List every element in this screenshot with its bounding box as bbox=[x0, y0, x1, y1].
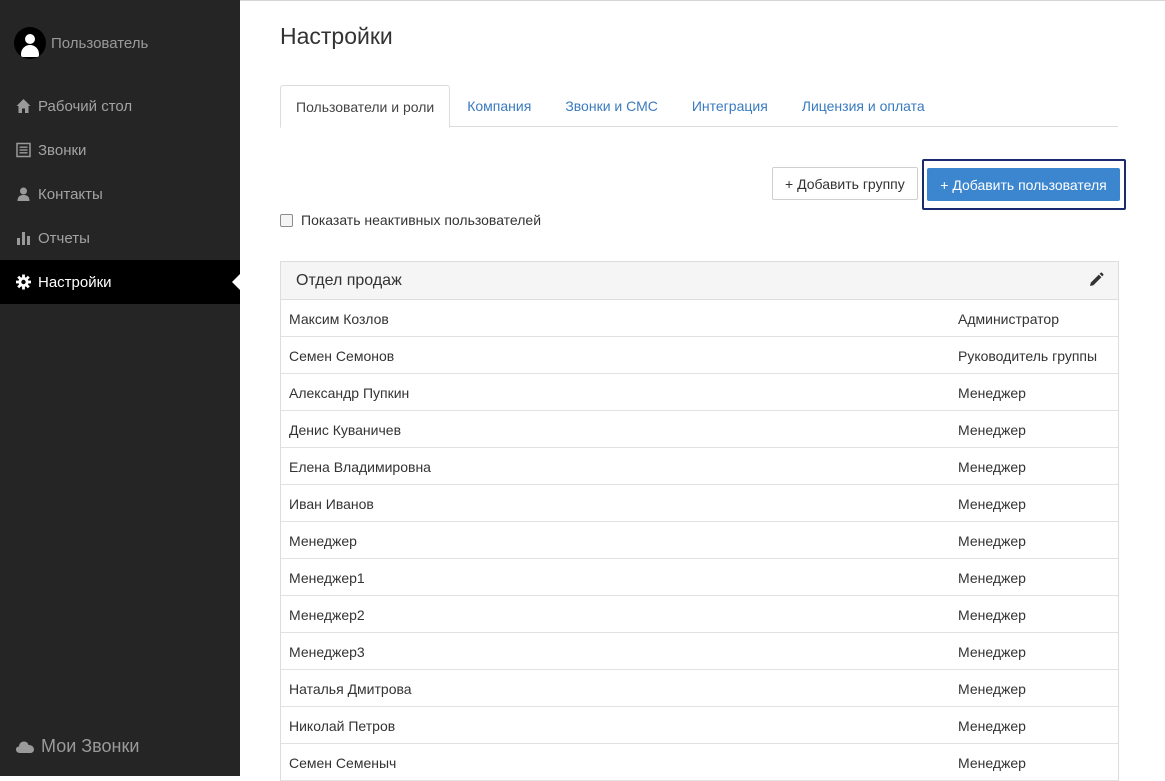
table-row[interactable]: Семен Семеныч Менеджер bbox=[281, 744, 1118, 781]
tab-company[interactable]: Компания bbox=[450, 85, 548, 127]
page-title: Настройки bbox=[280, 23, 393, 49]
user-name-cell: Елена Владимировна bbox=[289, 459, 431, 475]
table-row[interactable]: Александр Пупкин Менеджер bbox=[281, 374, 1118, 411]
table-row[interactable]: Менеджер1 Менеджер bbox=[281, 559, 1118, 596]
table-row[interactable]: Елена Владимировна Менеджер bbox=[281, 448, 1118, 485]
tab-license-payment[interactable]: Лицензия и оплата bbox=[785, 85, 942, 127]
list-icon bbox=[15, 142, 32, 158]
sidebar: Пользователь Рабочий стол Звонки Контакт… bbox=[0, 0, 240, 776]
sidebar-item-label: Отчеты bbox=[38, 229, 90, 247]
add-user-button-focus: + Добавить пользователя bbox=[922, 159, 1126, 210]
user-name-cell: Семен Семонов bbox=[289, 348, 395, 364]
sidebar-item-calls[interactable]: Звонки bbox=[0, 128, 240, 172]
user-role-cell: Менеджер bbox=[958, 533, 1026, 549]
sidebar-item-reports[interactable]: Отчеты bbox=[0, 216, 240, 260]
settings-tabs: Пользователи и роли Компания Звонки и СМ… bbox=[280, 85, 1118, 128]
user-name-cell: Менеджер bbox=[289, 533, 357, 549]
add-user-button[interactable]: + Добавить пользователя bbox=[927, 168, 1120, 201]
sidebar-nav: Рабочий стол Звонки Контакты Отчеты Наст… bbox=[0, 84, 240, 304]
user-role-cell: Менеджер bbox=[958, 385, 1026, 401]
add-group-button[interactable]: + Добавить группу bbox=[772, 167, 918, 200]
user-name-cell: Семен Семеныч bbox=[289, 755, 397, 771]
table-row[interactable]: Менеджер3 Менеджер bbox=[281, 633, 1118, 670]
sidebar-item-label: Звонки bbox=[38, 141, 87, 159]
user-name-cell: Наталья Дмитрова bbox=[289, 681, 412, 697]
user-role-cell: Менеджер bbox=[958, 496, 1026, 512]
sidebar-item-dashboard[interactable]: Рабочий стол bbox=[0, 84, 240, 128]
table-row[interactable]: Семен Семонов Руководитель группы bbox=[281, 337, 1118, 374]
user-role-cell: Менеджер bbox=[958, 681, 1026, 697]
cloud-icon bbox=[16, 741, 34, 753]
sidebar-item-label: Рабочий стол bbox=[38, 97, 133, 115]
user-role-cell: Менеджер bbox=[958, 644, 1026, 660]
user-name-cell: Менеджер2 bbox=[289, 607, 365, 623]
table-row[interactable]: Николай Петров Менеджер bbox=[281, 707, 1118, 744]
user-role-cell: Менеджер bbox=[958, 570, 1026, 586]
pencil-icon[interactable] bbox=[1088, 272, 1104, 288]
user-name-cell: Николай Петров bbox=[289, 718, 396, 734]
sidebar-item-label: Контакты bbox=[38, 185, 103, 203]
tab-calls-sms[interactable]: Звонки и СМС bbox=[548, 85, 675, 127]
user-name-cell: Александр Пупкин bbox=[289, 385, 410, 401]
table-row[interactable]: Менеджер Менеджер bbox=[281, 522, 1118, 559]
bar-chart-icon bbox=[15, 230, 32, 246]
show-inactive-toggle: Показать неактивных пользователей bbox=[280, 212, 541, 228]
user-name-cell: Максим Козлов bbox=[289, 311, 389, 327]
home-icon bbox=[15, 98, 32, 114]
table-row[interactable]: Максим Козлов Администратор bbox=[281, 300, 1118, 337]
user-role-cell: Руководитель группы bbox=[958, 348, 1098, 364]
user-role-cell: Администратор bbox=[958, 311, 1060, 327]
table-row[interactable]: Денис Куваничев Менеджер bbox=[281, 411, 1118, 448]
user-role-cell: Менеджер bbox=[958, 459, 1026, 475]
user-role-cell: Менеджер bbox=[958, 755, 1026, 771]
user-menu[interactable]: Пользователь bbox=[14, 27, 148, 59]
brand-logo: Мои Звонки bbox=[15, 736, 139, 757]
tab-integration[interactable]: Интеграция bbox=[675, 85, 785, 127]
table-row[interactable]: Наталья Дмитрова Менеджер bbox=[281, 670, 1118, 707]
user-list: Максим Козлов Администратор Семен Семонов Р… bbox=[281, 300, 1118, 781]
tab-users-roles[interactable]: Пользователи и роли bbox=[280, 85, 451, 128]
user-name-cell: Менеджер1 bbox=[289, 570, 365, 586]
user-role-cell: Менеджер bbox=[958, 422, 1026, 438]
user-name-cell: Денис Куваничев bbox=[289, 422, 401, 438]
sidebar-item-contacts[interactable]: Контакты bbox=[0, 172, 240, 216]
brand-name: Мои Звонки bbox=[41, 736, 140, 756]
sidebar-item-settings[interactable]: Настройки bbox=[0, 260, 240, 304]
user-name-cell: Иван Иванов bbox=[289, 496, 374, 512]
avatar-icon bbox=[14, 27, 46, 59]
show-inactive-label[interactable]: Показать неактивных пользователей bbox=[301, 212, 541, 228]
gear-icon bbox=[15, 274, 32, 290]
table-row[interactable]: Иван Иванов Менеджер bbox=[281, 485, 1118, 522]
user-name: Пользователь bbox=[51, 34, 149, 52]
group-panel: Отдел продаж Максим Козлов Администратор С… bbox=[280, 261, 1119, 781]
main-content: Настройки Пользователи и роли Компания З… bbox=[240, 0, 1165, 781]
group-name: Отдел продаж bbox=[296, 271, 402, 289]
group-header: Отдел продаж bbox=[281, 262, 1118, 300]
person-icon bbox=[15, 186, 32, 202]
user-name-cell: Менеджер3 bbox=[289, 644, 365, 660]
user-role-cell: Менеджер bbox=[958, 607, 1026, 623]
user-role-cell: Менеджер bbox=[958, 718, 1026, 734]
table-row[interactable]: Менеджер2 Менеджер bbox=[281, 596, 1118, 633]
sidebar-item-label: Настройки bbox=[38, 273, 112, 291]
show-inactive-checkbox[interactable] bbox=[280, 213, 293, 227]
